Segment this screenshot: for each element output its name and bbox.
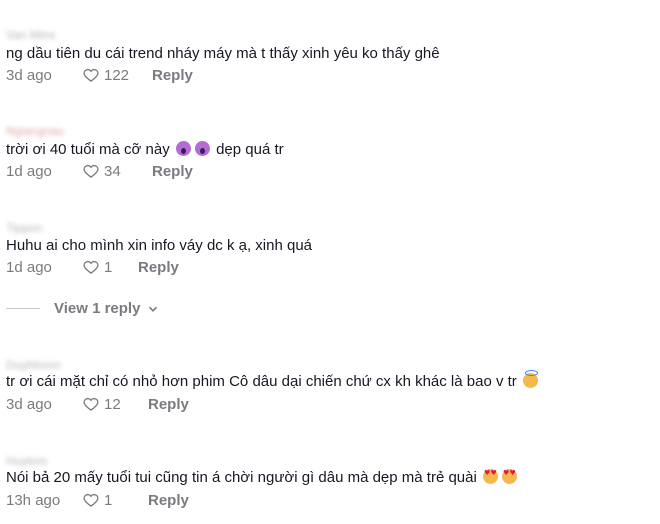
comment-meta: 13h ago 1 Reply bbox=[6, 491, 189, 509]
comment-text: Nói bả 20 mấy tuổi tui cũng tin á chời n… bbox=[6, 469, 519, 486]
like-button[interactable]: 1 bbox=[82, 491, 148, 509]
heart-outline-icon bbox=[83, 260, 99, 274]
comment-username[interactable]: Van Mimi bbox=[6, 28, 55, 42]
comment-username[interactable]: Huytom bbox=[6, 454, 47, 468]
comment-username[interactable]: Duyhhoon bbox=[6, 358, 61, 372]
like-count: 1 bbox=[104, 491, 113, 509]
view-replies-label: View 1 reply bbox=[54, 300, 141, 317]
like-button[interactable]: 34 bbox=[82, 162, 152, 180]
comment-meta: 3d ago 122 Reply bbox=[6, 66, 193, 84]
divider-line bbox=[6, 308, 40, 309]
like-count: 12 bbox=[104, 395, 121, 413]
comment-text: trời ơi 40 tuổi mà cỡ này dẹp quá tr bbox=[6, 141, 284, 158]
comment-meta: 1d ago 1 Reply bbox=[6, 258, 179, 276]
comment-text-part: tr ơi cái mặt chỉ có nhỏ hơn phim Cô dâu… bbox=[6, 373, 517, 390]
like-count: 1 bbox=[104, 258, 113, 276]
comment-text: tr ơi cái mặt chỉ có nhỏ hơn phim Cô dâu… bbox=[6, 370, 540, 390]
face-screaming-icon bbox=[175, 141, 191, 156]
heart-eyes-icon bbox=[501, 469, 517, 484]
comment-timestamp: 1d ago bbox=[6, 162, 52, 180]
comment-text: Huhu ai cho mình xin info váy dc k ạ, xi… bbox=[6, 237, 313, 254]
heart-outline-icon bbox=[83, 397, 99, 411]
like-count: 34 bbox=[104, 162, 121, 180]
face-screaming-icon bbox=[194, 141, 210, 156]
comment-timestamp: 3d ago bbox=[6, 395, 52, 413]
chevron-down-icon bbox=[149, 306, 158, 312]
reply-button[interactable]: Reply bbox=[148, 396, 189, 413]
like-button[interactable]: 12 bbox=[82, 395, 148, 413]
comment-username[interactable]: Tippon bbox=[6, 221, 42, 235]
comment-text-part: trời ơi 40 tuổi mà cỡ này bbox=[6, 141, 170, 158]
comment-meta: 3d ago 12 Reply bbox=[6, 395, 189, 413]
reply-button[interactable]: Reply bbox=[152, 67, 193, 84]
comment-username[interactable]: Ngiangnau bbox=[6, 124, 64, 138]
comment-timestamp: 3d ago bbox=[6, 66, 52, 84]
comment-timestamp: 13h ago bbox=[6, 491, 61, 509]
comment-meta: 1d ago 34 Reply bbox=[6, 162, 193, 180]
reply-button[interactable]: Reply bbox=[138, 259, 179, 276]
reply-button[interactable]: Reply bbox=[148, 492, 189, 509]
heart-eyes-icon bbox=[482, 469, 498, 484]
smiling-face-with-halo-icon bbox=[522, 370, 538, 388]
comment-text: ng dầu tiên du cái trend nháy máy mà t t… bbox=[6, 45, 440, 62]
heart-outline-icon bbox=[83, 68, 99, 82]
reply-button[interactable]: Reply bbox=[152, 163, 193, 180]
comment-text-part: Nói bả 20 mấy tuổi tui cũng tin á chời n… bbox=[6, 469, 477, 486]
comment-timestamp: 1d ago bbox=[6, 258, 52, 276]
like-button[interactable]: 1 bbox=[82, 258, 138, 276]
view-replies-button[interactable]: View 1 reply bbox=[6, 300, 158, 317]
heart-outline-icon bbox=[83, 493, 99, 507]
comment-text-part: dẹp quá tr bbox=[216, 141, 284, 158]
like-count: 122 bbox=[104, 66, 130, 84]
like-button[interactable]: 122 bbox=[82, 66, 152, 84]
heart-outline-icon bbox=[83, 164, 99, 178]
